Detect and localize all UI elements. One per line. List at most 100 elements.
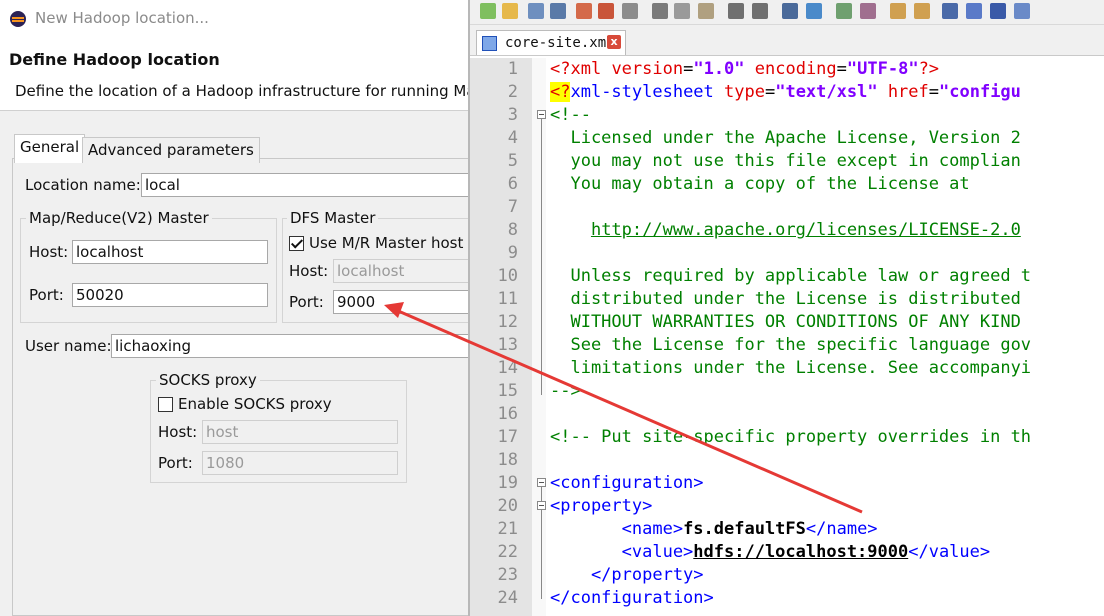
line-number[interactable]: 13 xyxy=(470,334,518,357)
line-number[interactable]: 24 xyxy=(470,587,518,610)
code-token: = xyxy=(764,82,776,102)
code-line-21[interactable]: <name>fs.defaultFS</name> xyxy=(550,518,878,541)
code-line-22[interactable]: <value>hdfs://localhost:9000</value> xyxy=(550,541,990,564)
enable-socks-label: Enable SOCKS proxy xyxy=(178,395,332,413)
zoom-in-icon[interactable] xyxy=(836,3,852,19)
udl-icon[interactable] xyxy=(1014,3,1030,19)
close-icon[interactable] xyxy=(576,3,592,19)
redo-icon[interactable] xyxy=(752,3,768,19)
open-file-icon[interactable] xyxy=(502,3,518,19)
line-number[interactable]: 21 xyxy=(470,518,518,541)
file-tab-core-site[interactable]: core-site.xml x xyxy=(476,30,626,55)
window-title: New Hadoop location... xyxy=(35,9,209,27)
code-token: ?> xyxy=(918,59,940,79)
code-line-4[interactable]: Licensed under the Apache License, Versi… xyxy=(550,127,1020,150)
line-number[interactable]: 9 xyxy=(470,242,518,265)
socks-host-input[interactable]: host xyxy=(202,420,398,444)
line-number[interactable]: 22 xyxy=(470,541,518,564)
line-number[interactable]: 5 xyxy=(470,150,518,173)
line-number[interactable]: 16 xyxy=(470,403,518,426)
code-line-24[interactable]: </configuration> xyxy=(550,587,714,610)
code-token: = xyxy=(836,59,847,79)
line-number[interactable]: 18 xyxy=(470,449,518,472)
line-number[interactable]: 20 xyxy=(470,495,518,518)
line-number[interactable]: 8 xyxy=(470,219,518,242)
code-token: <? xyxy=(550,59,571,79)
socks-port-input[interactable]: 1080 xyxy=(202,451,398,475)
dfs-port-input[interactable]: 9000 xyxy=(333,290,470,314)
line-number[interactable]: 19 xyxy=(470,472,518,495)
copy-icon[interactable] xyxy=(674,3,690,19)
replace-icon[interactable] xyxy=(806,3,822,19)
code-line-5[interactable]: you may not use this file except in comp… xyxy=(550,150,1020,173)
code-line-1[interactable]: <?xml version="1.0" encoding="UTF-8"?> xyxy=(550,58,939,81)
user-name-input[interactable]: lichaoxing xyxy=(111,334,470,358)
mr-port-input[interactable]: 50020 xyxy=(72,283,268,307)
code-line-3[interactable]: <!-- xyxy=(550,104,591,127)
line-number[interactable]: 4 xyxy=(470,127,518,150)
sync-v-icon[interactable] xyxy=(890,3,906,19)
code-line-8[interactable]: http://www.apache.org/licenses/LICENSE-2… xyxy=(550,219,1021,242)
mr-host-input[interactable]: localhost xyxy=(72,240,268,264)
line-number[interactable]: 10 xyxy=(470,265,518,288)
mr-master-group xyxy=(20,218,277,323)
code-line-17[interactable]: <!-- Put site-specific property override… xyxy=(550,426,1031,449)
location-name-input[interactable]: local xyxy=(141,173,470,197)
code-token: "text/xsl" xyxy=(775,82,878,102)
header-title: Define Hadoop location xyxy=(9,50,220,69)
code-line-23[interactable]: </property> xyxy=(550,564,704,587)
line-number[interactable]: 12 xyxy=(470,311,518,334)
socks-port-label: Port: xyxy=(158,454,193,472)
print-icon[interactable] xyxy=(622,3,638,19)
fold-toggle-icon[interactable] xyxy=(537,478,546,487)
fold-margin xyxy=(532,58,546,616)
line-number[interactable]: 11 xyxy=(470,288,518,311)
tab-general[interactable]: General xyxy=(14,134,86,163)
dfs-host-input[interactable]: localhost xyxy=(333,259,470,283)
license-url-link[interactable]: http://www.apache.org/licenses/LICENSE-2… xyxy=(591,220,1021,240)
code-line-11[interactable]: distributed under the License is distrib… xyxy=(550,288,1020,311)
socks-proxy-title: SOCKS proxy xyxy=(156,371,260,389)
code-line-19[interactable]: <configuration> xyxy=(550,472,704,495)
undo-icon[interactable] xyxy=(728,3,744,19)
line-number[interactable]: 17 xyxy=(470,426,518,449)
all-chars-icon[interactable] xyxy=(966,3,982,19)
code-line-2[interactable]: <?xml-stylesheet type="text/xsl" href="c… xyxy=(550,81,1021,104)
fold-toggle-icon[interactable] xyxy=(537,501,546,510)
save-icon[interactable] xyxy=(528,3,544,19)
line-number[interactable]: 1 xyxy=(470,58,518,81)
code-line-12[interactable]: WITHOUT WARRANTIES OR CONDITIONS OF ANY … xyxy=(550,311,1020,334)
code-token: hdfs://localhost:9000 xyxy=(693,542,909,562)
zoom-out-icon[interactable] xyxy=(860,3,876,19)
line-number[interactable]: 7 xyxy=(470,196,518,219)
code-line-14[interactable]: limitations under the License. See accom… xyxy=(550,357,1031,380)
sync-h-icon[interactable] xyxy=(914,3,930,19)
code-line-6[interactable]: You may obtain a copy of the License at xyxy=(550,173,969,196)
tab-advanced-parameters[interactable]: Advanced parameters xyxy=(82,137,260,163)
code-line-10[interactable]: Unless required by applicable law or agr… xyxy=(550,265,1031,288)
line-number[interactable]: 23 xyxy=(470,564,518,587)
indent-guide-icon[interactable] xyxy=(990,3,1006,19)
code-line-13[interactable]: See the License for the specific languag… xyxy=(550,334,1031,357)
line-number[interactable]: 15 xyxy=(470,380,518,403)
close-tab-icon[interactable]: x xyxy=(607,35,621,49)
socks-host-label: Host: xyxy=(158,423,198,441)
fold-toggle-icon[interactable] xyxy=(537,110,546,119)
save-all-icon[interactable] xyxy=(550,3,566,19)
code-line-15[interactable]: --> xyxy=(550,380,581,403)
cut-icon[interactable] xyxy=(652,3,668,19)
wrap-icon[interactable] xyxy=(942,3,958,19)
enable-socks-checkbox[interactable] xyxy=(158,397,173,412)
code-line-20[interactable]: <property> xyxy=(550,495,652,518)
line-number[interactable]: 3 xyxy=(470,104,518,127)
code-token: "UTF-8" xyxy=(846,59,919,79)
new-file-icon[interactable] xyxy=(480,3,496,19)
code-token: version xyxy=(601,59,684,79)
use-mr-host-checkbox[interactable] xyxy=(289,236,304,251)
find-icon[interactable] xyxy=(782,3,798,19)
line-number[interactable]: 14 xyxy=(470,357,518,380)
close-all-icon[interactable] xyxy=(598,3,614,19)
line-number[interactable]: 6 xyxy=(470,173,518,196)
line-number[interactable]: 2 xyxy=(470,81,518,104)
paste-icon[interactable] xyxy=(698,3,714,19)
